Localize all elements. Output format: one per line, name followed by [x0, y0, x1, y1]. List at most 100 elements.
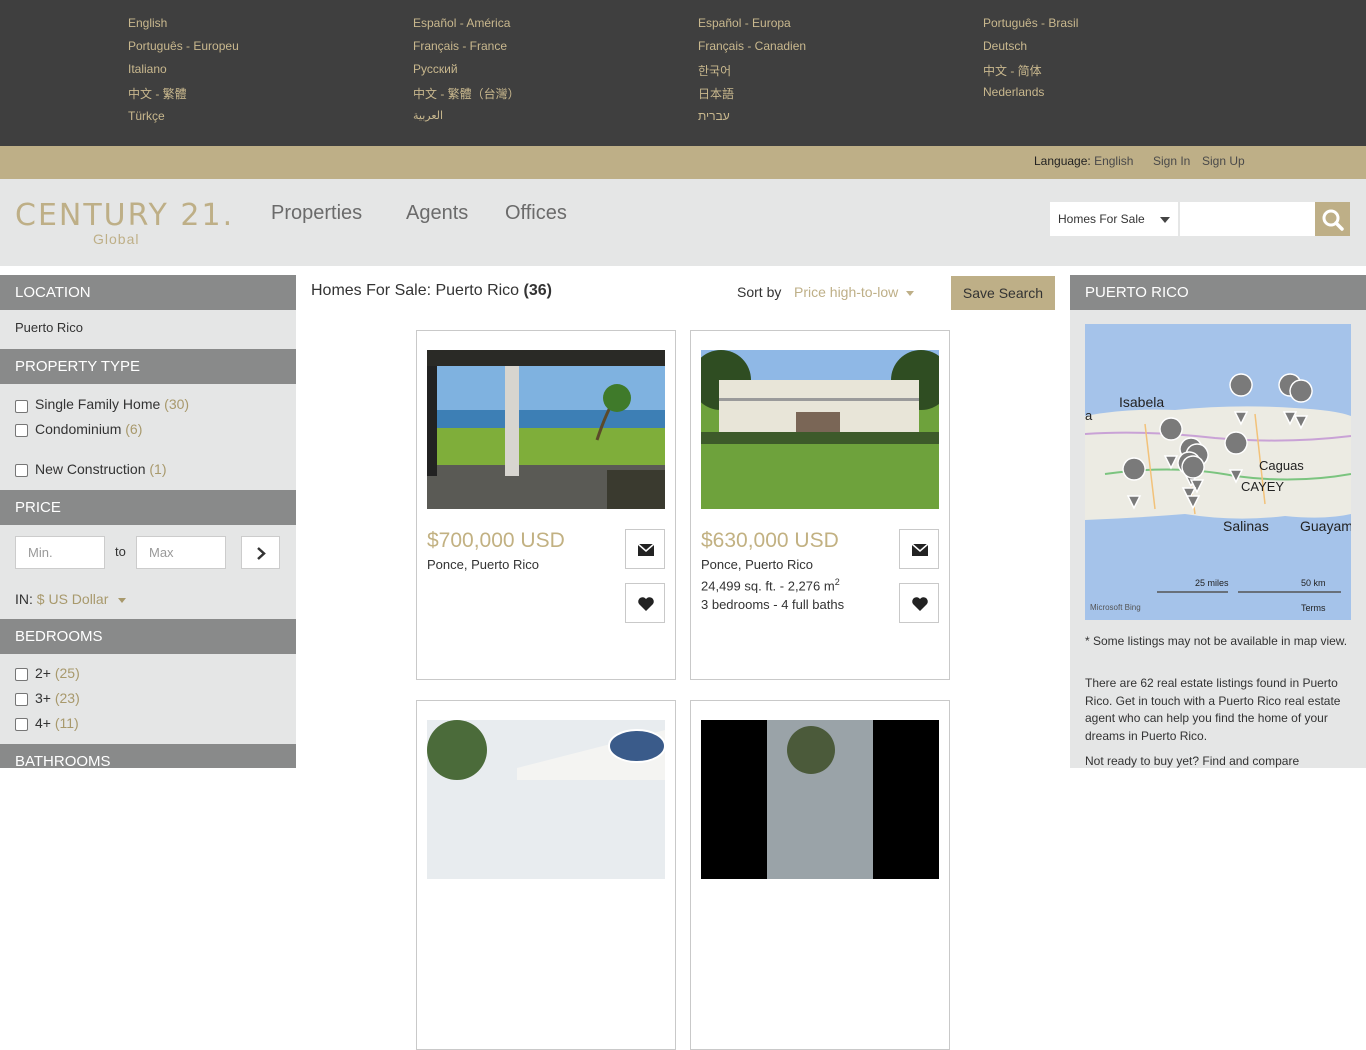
listing-location: Ponce, Puerto Rico — [427, 557, 540, 572]
listing-image — [701, 350, 939, 509]
lang-link[interactable]: עברית — [698, 109, 730, 123]
search-input[interactable] — [1180, 202, 1315, 236]
lang-link[interactable]: English — [128, 16, 167, 30]
utility-bar: Language: English Sign In Sign Up — [0, 146, 1366, 179]
envelope-icon — [637, 543, 655, 556]
region-description: There are 62 real estate listings found … — [1085, 676, 1341, 743]
listing-price[interactable]: $630,000 USD — [701, 529, 839, 553]
region-description-2: Not ready to buy yet? Find and compare — [1085, 754, 1300, 768]
price-heading: PRICE — [0, 490, 296, 525]
bedroom-label[interactable]: 3+ (23) — [35, 690, 80, 706]
save-search-button[interactable]: Save Search — [951, 276, 1055, 310]
location-value: Puerto Rico — [15, 320, 83, 335]
language-selector[interactable]: Language: English — [1034, 154, 1133, 168]
sort-label: Sort by — [737, 284, 782, 300]
lang-link[interactable]: Русский — [413, 62, 458, 76]
lang-link[interactable]: Português - Brasil — [983, 16, 1078, 30]
checkbox-bedrooms-4[interactable] — [15, 718, 28, 731]
language-value: English — [1094, 154, 1134, 168]
nav-agents[interactable]: Agents — [406, 202, 468, 225]
lang-link[interactable]: 中文 - 繁體 — [128, 85, 187, 102]
search-icon — [1322, 209, 1344, 231]
logo[interactable]: CENTURY 21. — [15, 198, 234, 233]
listing-location: Ponce, Puerto Rico — [701, 557, 814, 572]
checkbox-condominium[interactable] — [15, 424, 28, 437]
caret-down-icon — [906, 290, 915, 296]
max-price-input[interactable]: Max — [136, 536, 226, 569]
bedroom-label[interactable]: 4+ (11) — [35, 715, 79, 731]
listing-photo[interactable] — [427, 350, 665, 509]
region-heading: PUERTO RICO — [1070, 275, 1366, 310]
bedrooms-heading: BEDROOMS — [0, 619, 296, 654]
map-pin-icon — [1122, 457, 1146, 510]
map-pin-icon — [1224, 431, 1248, 484]
checkbox-single-family[interactable] — [15, 400, 28, 413]
listings-map[interactable]: Isabela Caguas CAYEY Salinas Guayama a 2… — [1085, 324, 1351, 620]
listing-beds-baths: 3 bedrooms - 4 full baths — [701, 597, 845, 612]
lang-link[interactable]: Français - France — [413, 39, 507, 53]
heart-icon — [912, 597, 928, 611]
map-pin-icon — [1229, 373, 1253, 426]
language-bar: English Español - América Español - Euro… — [0, 0, 1366, 146]
language-label: Language: — [1034, 154, 1091, 168]
caret-down-icon — [1160, 217, 1170, 223]
contact-agent-button[interactable] — [899, 529, 939, 569]
favorite-button[interactable] — [625, 583, 665, 623]
price-go-button[interactable] — [241, 536, 280, 569]
caret-down-icon — [118, 597, 127, 603]
listing-image — [701, 720, 939, 879]
checkbox-new-construction[interactable] — [15, 464, 28, 477]
listing-photo[interactable] — [701, 350, 939, 509]
nav-offices[interactable]: Offices — [505, 202, 567, 225]
results-count: (36) — [523, 282, 552, 299]
currency-selector[interactable]: IN: $ US Dollar — [15, 591, 127, 607]
listing-card[interactable]: $700,000 USD Ponce, Puerto Rico — [416, 330, 676, 680]
property-type-heading: PROPERTY TYPE — [0, 349, 296, 384]
location-heading: LOCATION — [0, 275, 296, 310]
sign-in-link[interactable]: Sign In — [1153, 154, 1190, 168]
envelope-icon — [911, 543, 929, 556]
listing-card[interactable]: $630,000 USD Ponce, Puerto Rico 24,499 s… — [690, 330, 950, 680]
type-label[interactable]: Single Family Home (30) — [35, 396, 189, 412]
sign-up-link[interactable]: Sign Up — [1202, 154, 1245, 168]
lang-link[interactable]: Italiano — [128, 62, 167, 76]
listing-area: 24,499 sq. ft. - 2,276 m2 — [701, 577, 840, 594]
type-label[interactable]: Condominium (6) — [35, 421, 142, 437]
listing-photo[interactable] — [701, 720, 939, 879]
lang-link[interactable]: العربية — [413, 109, 443, 122]
listing-card[interactable] — [416, 700, 676, 1050]
nav-properties[interactable]: Properties — [271, 202, 362, 225]
lang-link[interactable]: 한국어 — [698, 62, 731, 79]
lang-link[interactable]: Deutsch — [983, 39, 1027, 53]
search-type-select[interactable]: Homes For Sale — [1050, 202, 1178, 236]
lang-link[interactable]: Français - Canadien — [698, 39, 806, 53]
checkbox-bedrooms-2[interactable] — [15, 668, 28, 681]
favorite-button[interactable] — [899, 583, 939, 623]
currency-value: $ US Dollar — [36, 591, 109, 607]
lang-link[interactable]: Español - América — [413, 16, 510, 30]
logo-subtitle: Global — [93, 231, 140, 247]
checkbox-bedrooms-3[interactable] — [15, 693, 28, 706]
lang-link[interactable]: 中文 - 繁體（台灣） — [413, 85, 520, 102]
results-title: Homes For Sale: Puerto Rico (36) — [311, 282, 552, 299]
bathrooms-heading: BATHROOMS — [0, 744, 296, 768]
listing-card[interactable] — [690, 700, 950, 1050]
filter-sidebar: LOCATION Puerto Rico PROPERTY TYPE Singl… — [0, 275, 296, 768]
sort-select[interactable]: Price high-to-low — [794, 284, 915, 300]
bedroom-label[interactable]: 2+ (25) — [35, 665, 80, 681]
lang-link[interactable]: Türkçe — [128, 109, 165, 123]
lang-link[interactable]: Nederlands — [983, 85, 1044, 99]
lang-link[interactable]: Español - Europa — [698, 16, 791, 30]
listing-photo[interactable] — [427, 720, 665, 879]
lang-link[interactable]: 中文 - 简体 — [983, 62, 1042, 79]
currency-label: IN: — [15, 591, 33, 607]
lang-link[interactable]: Português - Europeu — [128, 39, 239, 53]
search-button[interactable] — [1315, 202, 1350, 236]
type-label[interactable]: New Construction (1) — [35, 461, 167, 477]
to-label: to — [115, 544, 126, 559]
listing-price[interactable]: $700,000 USD — [427, 529, 565, 553]
lang-link[interactable]: 日本語 — [698, 85, 734, 102]
listing-image — [427, 350, 665, 509]
min-price-input[interactable]: Min. — [15, 536, 105, 569]
contact-agent-button[interactable] — [625, 529, 665, 569]
